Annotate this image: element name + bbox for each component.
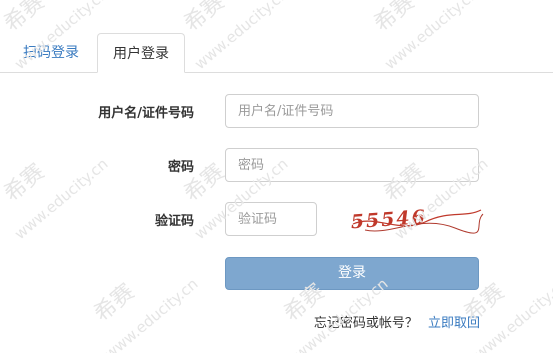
captcha-label: 验证码 bbox=[154, 214, 194, 229]
captcha-input[interactable] bbox=[225, 202, 317, 236]
retrieve-link[interactable]: 立即取回 bbox=[428, 316, 480, 331]
tab-user-login[interactable]: 用户登录 bbox=[97, 33, 185, 73]
forgot-text: 忘记密码或帐号？ bbox=[313, 316, 418, 331]
login-tab-bar: 扫码登录 用户登录 bbox=[0, 0, 553, 73]
captcha-image[interactable]: 55546 bbox=[345, 200, 485, 240]
username-label: 用户名/证件号码 bbox=[98, 106, 194, 121]
username-input[interactable] bbox=[225, 94, 479, 128]
login-button[interactable]: 登录 bbox=[225, 257, 479, 290]
login-page: 扫码登录 用户登录 用户名/证件号码 密码 验证码 55546 登录 忘记密码或… bbox=[0, 0, 553, 353]
captcha-text: 55546 bbox=[350, 206, 427, 233]
password-input[interactable] bbox=[225, 148, 479, 182]
tab-scan-login[interactable]: 扫码登录 bbox=[11, 33, 91, 73]
password-label: 密码 bbox=[167, 160, 194, 175]
forgot-row: 忘记密码或帐号？ 立即取回 bbox=[314, 312, 480, 331]
tab-divider bbox=[0, 72, 553, 73]
